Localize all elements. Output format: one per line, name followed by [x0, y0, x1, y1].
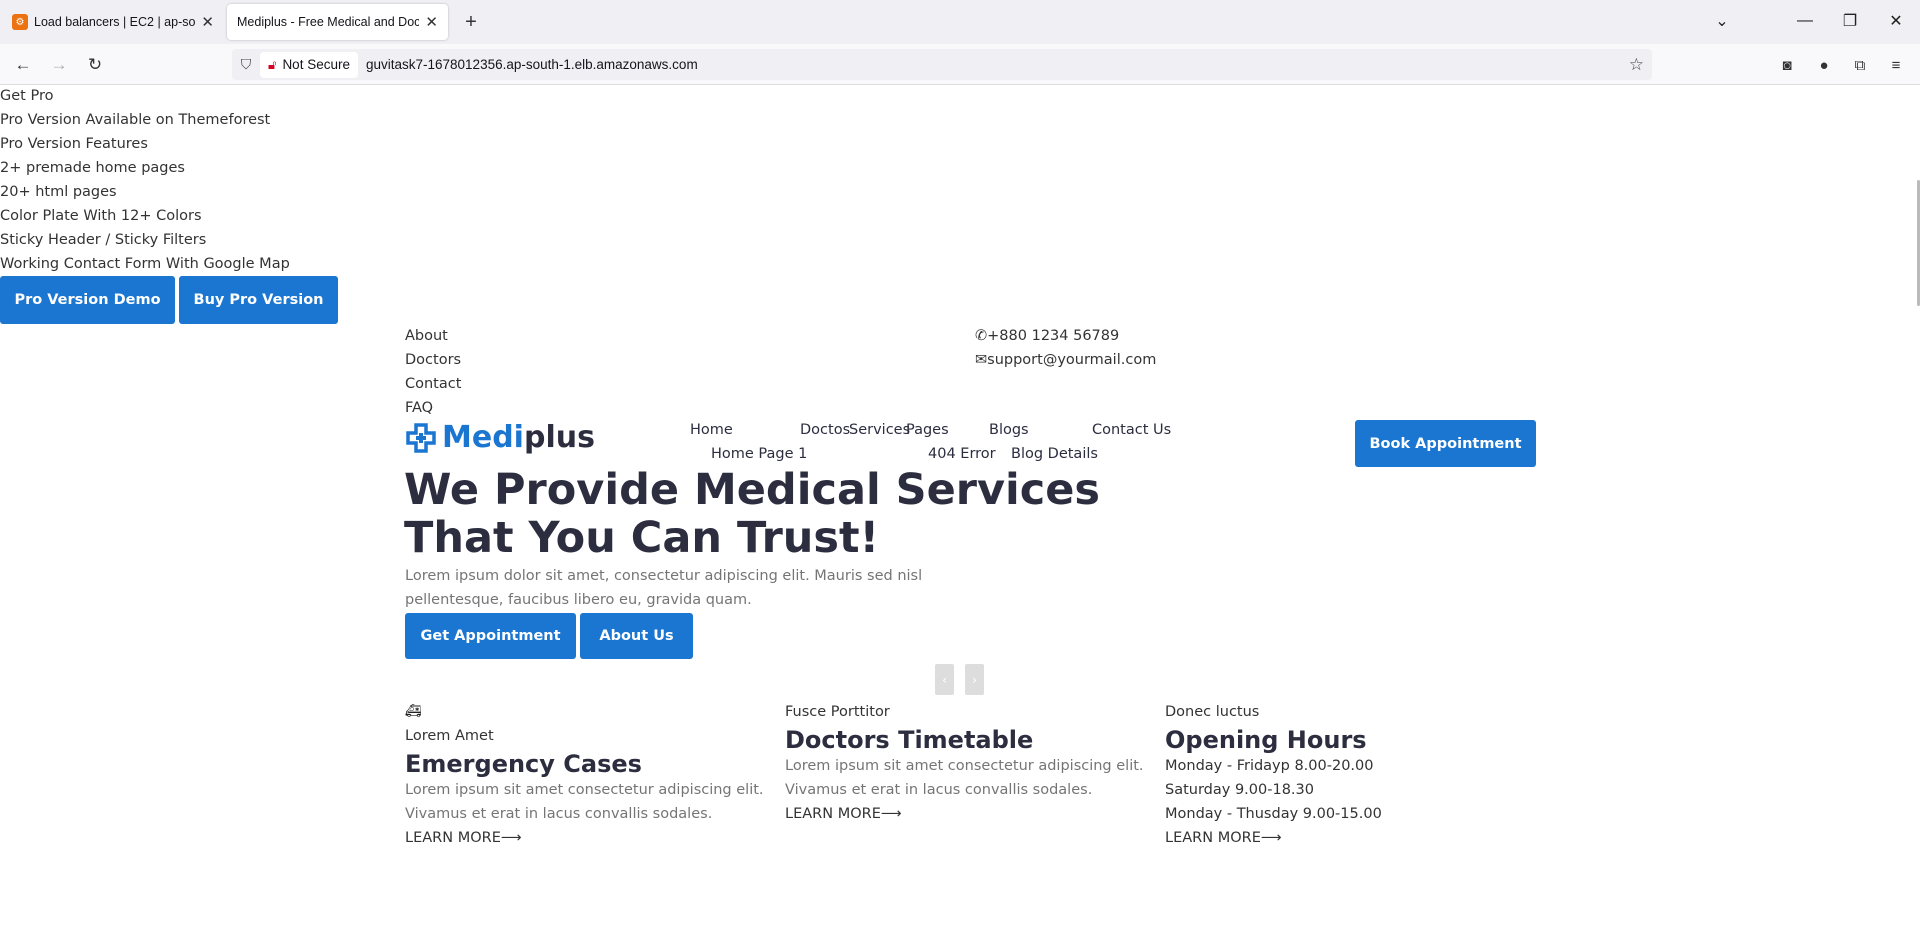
pro-promo-panel: Get Pro Pro Version Available on Themefo…	[0, 86, 290, 278]
feature-timetable: Fusce Porttitor Doctors Timetable Lorem …	[785, 702, 1155, 826]
hours-row: Monday - Thusday 9.00-15.00	[1165, 806, 1382, 822]
window-close-icon[interactable]: ✕	[1876, 6, 1916, 36]
feature-opening-hours: Donec luctus Opening Hours Monday - Frid…	[1165, 702, 1535, 850]
slider-prev-icon[interactable]: ‹	[935, 664, 954, 695]
envelope-icon: ✉	[975, 352, 988, 368]
back-arrow-icon[interactable]: ←	[8, 50, 38, 80]
email-row: ✉support@yourmail.com	[975, 350, 1156, 374]
promo-line: Pro Version Features	[0, 136, 148, 152]
promo-line: Working Contact Form With Google Map	[0, 256, 290, 272]
list-tabs-chevron-icon[interactable]: ⌄	[1702, 6, 1742, 36]
top-link-contact[interactable]: Contact	[405, 374, 461, 398]
learn-more-link[interactable]: LEARN MORE⟶	[785, 802, 1155, 826]
ambulance-icon: 🚑︎	[405, 704, 422, 719]
top-links: About Doctors Contact FAQ	[405, 326, 461, 422]
tab-title: Load balancers | EC2 | ap-south-1	[34, 15, 196, 29]
about-us-button[interactable]: About Us	[580, 613, 693, 659]
hours-row: Saturday 9.00-18.30	[1165, 782, 1314, 798]
hours-row: Monday - Fridayp 8.00-20.00	[1165, 758, 1374, 774]
slider-next-icon[interactable]: ›	[965, 664, 984, 695]
new-tab-plus-icon[interactable]: +	[458, 9, 484, 35]
nav-doctos[interactable]: Doctos	[800, 422, 850, 438]
promo-line: Pro Version Available on Themeforest	[0, 112, 271, 128]
medical-cross-icon	[406, 422, 436, 453]
tab-mediplus[interactable]: Mediplus - Free Medical and Doctor Direc…	[227, 4, 448, 40]
learn-more-link[interactable]: LEARN MORE⟶	[1165, 826, 1535, 850]
feature-emergency: 🚑︎ Lorem Amet Emergency Cases Lorem ipsu…	[405, 702, 775, 850]
feature-kicker: Fusce Porttitor	[785, 704, 890, 720]
broken-lock-icon: 🔓︎	[268, 56, 277, 72]
hero-text: Lorem ipsum dolor sit amet, consectetur …	[405, 568, 923, 608]
phone-row: ✆+880 1234 56789	[975, 326, 1156, 350]
security-badge[interactable]: 🔓︎ Not Secure	[260, 51, 358, 78]
phone-icon: ✆	[975, 328, 988, 344]
feature-title: Opening Hours	[1165, 726, 1367, 754]
promo-line: Color Plate With 12+ Colors	[0, 208, 202, 224]
account-icon[interactable]: ●	[1813, 54, 1835, 76]
buy-pro-version-button[interactable]: Buy Pro Version	[179, 276, 338, 324]
forward-arrow-icon[interactable]: →	[44, 50, 74, 80]
restore-icon[interactable]: ❐	[1830, 6, 1870, 36]
tab-load-balancers[interactable]: ⚙ Load balancers | EC2 | ap-south-1 ✕	[2, 4, 224, 40]
web-page: Get Pro Pro Version Available on Themefo…	[0, 86, 1920, 929]
top-link-faq[interactable]: FAQ	[405, 398, 461, 422]
minimize-icon[interactable]: —	[1785, 6, 1825, 36]
nav-services[interactable]: Services	[849, 422, 910, 438]
logo-plus: plus	[523, 420, 595, 455]
close-icon[interactable]: ✕	[425, 13, 438, 31]
extensions-icon[interactable]: ⧉	[1849, 54, 1871, 76]
feature-kicker: Lorem Amet	[405, 728, 494, 744]
promo-line: Get Pro	[0, 88, 54, 104]
nav-404-error[interactable]: 404 Error	[928, 446, 996, 462]
phone-number[interactable]: +880 1234 56789	[987, 328, 1119, 344]
learn-more-link[interactable]: LEARN MORE⟶	[405, 826, 775, 850]
site-logo[interactable]: Medi plus	[406, 420, 595, 455]
hero-title-line-1: We Provide Medical Services	[404, 465, 1101, 515]
nav-contact-us[interactable]: Contact Us	[1092, 422, 1171, 438]
email-address[interactable]: support@yourmail.com	[987, 352, 1156, 368]
promo-line: 2+ premade home pages	[0, 160, 185, 176]
nav-pages[interactable]: Pages	[906, 422, 949, 438]
pro-version-demo-button[interactable]: Pro Version Demo	[0, 276, 175, 324]
reload-icon[interactable]: ↻	[80, 50, 110, 80]
hero-title-line-2: That You Can Trust!	[404, 513, 880, 563]
not-secure-label: Not Secure	[282, 57, 350, 72]
shield-icon[interactable]: ⛉	[232, 56, 260, 73]
book-appointment-button[interactable]: Book Appointment	[1355, 420, 1536, 467]
promo-line: Sticky Header / Sticky Filters	[0, 232, 207, 248]
nav-blogs[interactable]: Blogs	[989, 422, 1029, 438]
url-text[interactable]: guvitask7-1678012356.ap-south-1.elb.amaz…	[366, 57, 698, 72]
feature-kicker: Donec luctus	[1165, 704, 1260, 720]
nav-home[interactable]: Home	[690, 422, 733, 438]
feature-text: Lorem ipsum sit amet consectetur adipisc…	[405, 782, 764, 822]
tab-title: Mediplus - Free Medical and Doctor Direc…	[237, 15, 420, 29]
promo-line: 20+ html pages	[0, 184, 117, 200]
nav-home-page-1[interactable]: Home Page 1	[711, 446, 807, 462]
feature-title: Doctors Timetable	[785, 726, 1034, 754]
browser-tab-bar: ⚙ Load balancers | EC2 | ap-south-1 ✕ Me…	[0, 0, 1920, 44]
get-appointment-button[interactable]: Get Appointment	[405, 613, 576, 659]
nav-blog-details[interactable]: Blog Details	[1011, 446, 1098, 462]
close-icon[interactable]: ✕	[201, 13, 214, 31]
bookmark-star-icon[interactable]: ☆	[1629, 55, 1644, 75]
feature-title: Emergency Cases	[405, 750, 642, 778]
browser-nav-bar: ← → ↻ ⛉ 🔓︎ Not Secure guvitask7-16780123…	[0, 44, 1920, 85]
address-bar[interactable]: ⛉ 🔓︎ Not Secure guvitask7-1678012356.ap-…	[232, 49, 1652, 80]
hero-title: We Provide Medical Services That You Can…	[404, 466, 1100, 562]
logo-medi: Medi	[442, 420, 524, 455]
aws-icon: ⚙	[12, 14, 28, 30]
top-contact: ✆+880 1234 56789 ✉support@yourmail.com	[975, 326, 1156, 374]
menu-icon[interactable]: ≡	[1885, 54, 1907, 76]
pocket-icon[interactable]: ◙	[1776, 54, 1798, 76]
feature-text: Lorem ipsum sit amet consectetur adipisc…	[785, 758, 1144, 798]
top-link-about[interactable]: About	[405, 326, 461, 350]
top-link-doctors[interactable]: Doctors	[405, 350, 461, 374]
